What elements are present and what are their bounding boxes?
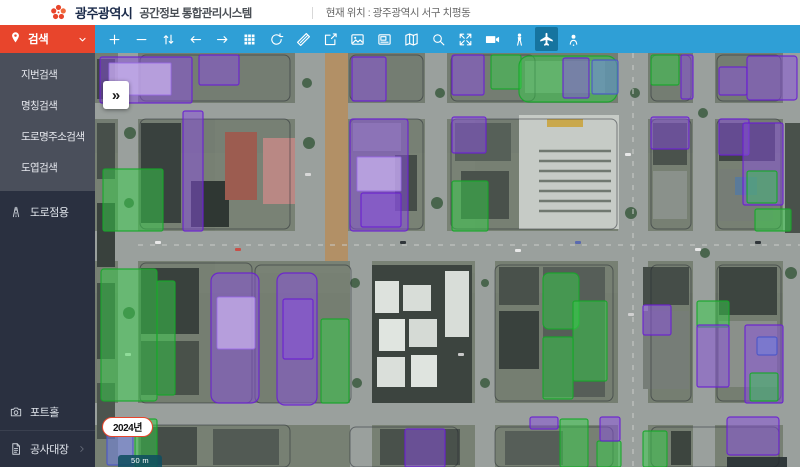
- arrow-left-icon: [188, 32, 203, 47]
- search-icon: [431, 32, 446, 47]
- tool-back-button[interactable]: [184, 27, 207, 51]
- search-submenu: 지번검색명칭검색도로명주소검색도엽검색: [0, 53, 95, 191]
- map-fold-icon: [404, 32, 419, 47]
- sidebar-item-construction-ledger[interactable]: 공사대장: [0, 430, 95, 467]
- measure-icon: [296, 32, 311, 47]
- document-icon: [9, 442, 23, 456]
- road-icon: [9, 205, 23, 219]
- tool-cctv-button[interactable]: [481, 27, 504, 51]
- pin-icon: [9, 31, 22, 47]
- tool-pan-button[interactable]: [157, 27, 180, 51]
- tool-zoom-in-button[interactable]: [103, 27, 126, 51]
- tool-refresh-button[interactable]: [265, 27, 288, 51]
- minus-icon: [134, 32, 149, 47]
- scale-bar: 50 m: [118, 455, 162, 467]
- sidebar-item-jibeon-search[interactable]: 지번검색: [0, 59, 95, 90]
- tool-forward-button[interactable]: [211, 27, 234, 51]
- sidebar-item-name-search[interactable]: 명칭검색: [0, 90, 95, 121]
- tool-map-sheet-button[interactable]: [400, 27, 423, 51]
- sidebar-section-search[interactable]: 검색: [0, 25, 95, 53]
- aerial-map: [95, 53, 800, 467]
- person-icon: [512, 32, 527, 47]
- year-badge[interactable]: 2024년: [102, 417, 153, 437]
- arrow-right-icon: [215, 32, 230, 47]
- header-divider: [312, 7, 313, 19]
- tool-photo-card-button[interactable]: [373, 27, 396, 51]
- sidebar-expand-button[interactable]: »: [103, 81, 129, 109]
- tool-search-button[interactable]: [427, 27, 450, 51]
- sidebar-item-pothole[interactable]: 포트홀: [0, 394, 95, 430]
- sidebar-item-road-address-search[interactable]: 도로명주소검색: [0, 121, 95, 152]
- app-window: 광주광역시 공간정보 통합관리시스템 현재 위치 : 광주광역시 서구 치평동 …: [0, 0, 800, 467]
- sidebar-item-label: 도로점용: [30, 204, 68, 220]
- tool-my-location-button[interactable]: [562, 27, 585, 51]
- chevron-right-icon: [77, 444, 87, 454]
- map-toolbar: [95, 25, 800, 53]
- app-header: 광주광역시 공간정보 통합관리시스템 현재 위치 : 광주광역시 서구 치평동: [0, 0, 800, 25]
- video-icon: [485, 32, 500, 47]
- search-section-label: 검색: [28, 31, 48, 47]
- tool-measure-button[interactable]: [292, 27, 315, 51]
- plus-icon: [107, 32, 122, 47]
- tool-image-button[interactable]: [346, 27, 369, 51]
- draw-icon: [323, 32, 338, 47]
- chevron-down-icon: [77, 34, 88, 45]
- camera-icon: [9, 405, 23, 419]
- sidebar: 검색 지번검색명칭검색도로명주소검색도엽검색 도로점용 포트홀공사대장: [0, 25, 95, 467]
- extent-icon: [458, 32, 473, 47]
- swap-vertical-icon: [161, 32, 176, 47]
- refresh-icon: [269, 32, 284, 47]
- tool-full-extent-button[interactable]: [454, 27, 477, 51]
- image-icon: [350, 32, 365, 47]
- person-pin-icon: [566, 32, 581, 47]
- map-viewport[interactable]: » 2024년 50 m: [95, 53, 800, 467]
- sidebar-item-road-occupation[interactable]: 도로점용: [0, 194, 95, 230]
- tool-grid-button[interactable]: [238, 27, 261, 51]
- sidebar-item-label: 포트홀: [30, 404, 59, 420]
- current-location-label: 현재 위치 : 광주광역시 서구 치평동: [326, 5, 471, 20]
- sidebar-item-label: 공사대장: [30, 441, 68, 457]
- tool-zoom-out-button[interactable]: [130, 27, 153, 51]
- grid-icon: [242, 32, 257, 47]
- sidebar-spacer: [0, 230, 95, 394]
- tool-roadview-button[interactable]: [508, 27, 531, 51]
- tool-draw-button[interactable]: [319, 27, 342, 51]
- app-subtitle: 공간정보 통합관리시스템: [139, 5, 251, 21]
- photo-card-icon: [377, 32, 392, 47]
- sidebar-item-doyeop-search[interactable]: 도엽검색: [0, 152, 95, 183]
- app-title: 광주광역시: [75, 3, 132, 22]
- tool-aerial-button[interactable]: [535, 27, 558, 51]
- airplane-icon: [539, 32, 554, 47]
- gwangju-logo-icon: [49, 3, 68, 22]
